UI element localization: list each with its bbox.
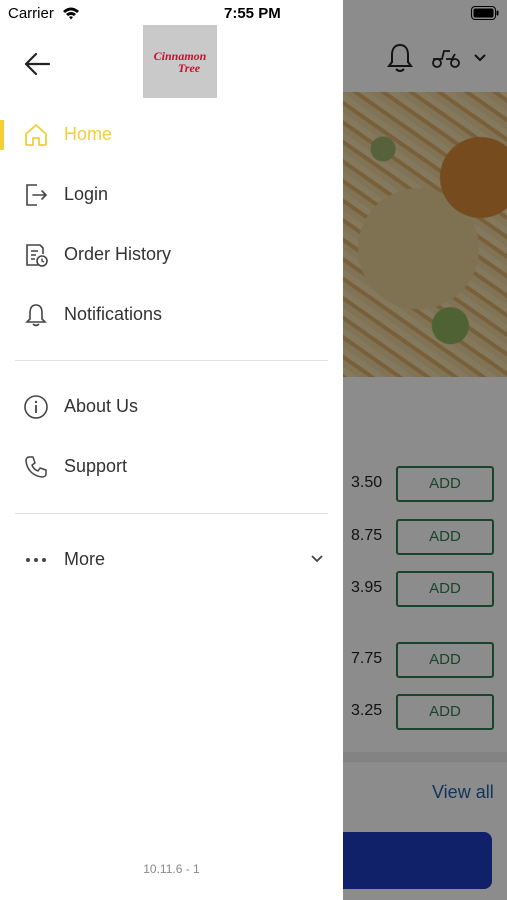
nav-item-support[interactable]: Support (0, 442, 343, 492)
logo-text-line1: Cinnamon (153, 48, 207, 63)
nav-item-home[interactable]: Home (0, 110, 343, 160)
bell-icon (25, 304, 47, 327)
nav-item-label: Login (64, 184, 109, 204)
nav-item-label: Home (64, 124, 113, 144)
divider (15, 513, 328, 514)
logo-text-line2: Tree (177, 60, 201, 75)
nav-item-login[interactable]: Login (0, 170, 343, 220)
nav-item-notifications[interactable]: Notifications (0, 290, 343, 340)
nav-item-label: About Us (64, 396, 139, 416)
nav-item-label: More (64, 549, 106, 569)
app-version: 10.11.6 - 1 (143, 862, 200, 876)
battery-icon (471, 6, 499, 20)
nav-item-label: Notifications (64, 304, 163, 324)
more-dots-icon (26, 558, 46, 562)
phone-icon (25, 456, 47, 478)
restaurant-logo: Cinnamon Tree (143, 25, 217, 98)
order-history-icon (26, 244, 48, 267)
nav-item-label: Support (64, 456, 128, 476)
nav-item-order-history[interactable]: Order History (0, 230, 343, 280)
back-arrow-icon[interactable] (22, 50, 52, 78)
active-indicator (0, 120, 4, 150)
divider (15, 360, 328, 361)
chevron-down-icon[interactable] (309, 553, 325, 565)
info-icon (24, 395, 48, 419)
side-drawer: Cinnamon Tree Home Login Order History N… (0, 0, 343, 900)
home-icon (25, 124, 47, 146)
status-time: 7:55 PM (224, 5, 281, 22)
nav-item-label: Order History (64, 244, 172, 264)
nav-item-about-us[interactable]: About Us (0, 382, 343, 432)
status-bar: Carrier 7:55 PM (0, 0, 507, 28)
login-icon (26, 184, 48, 206)
nav-item-more[interactable]: More (0, 535, 343, 585)
carrier-label: Carrier (8, 5, 54, 22)
wifi-icon (63, 7, 79, 20)
